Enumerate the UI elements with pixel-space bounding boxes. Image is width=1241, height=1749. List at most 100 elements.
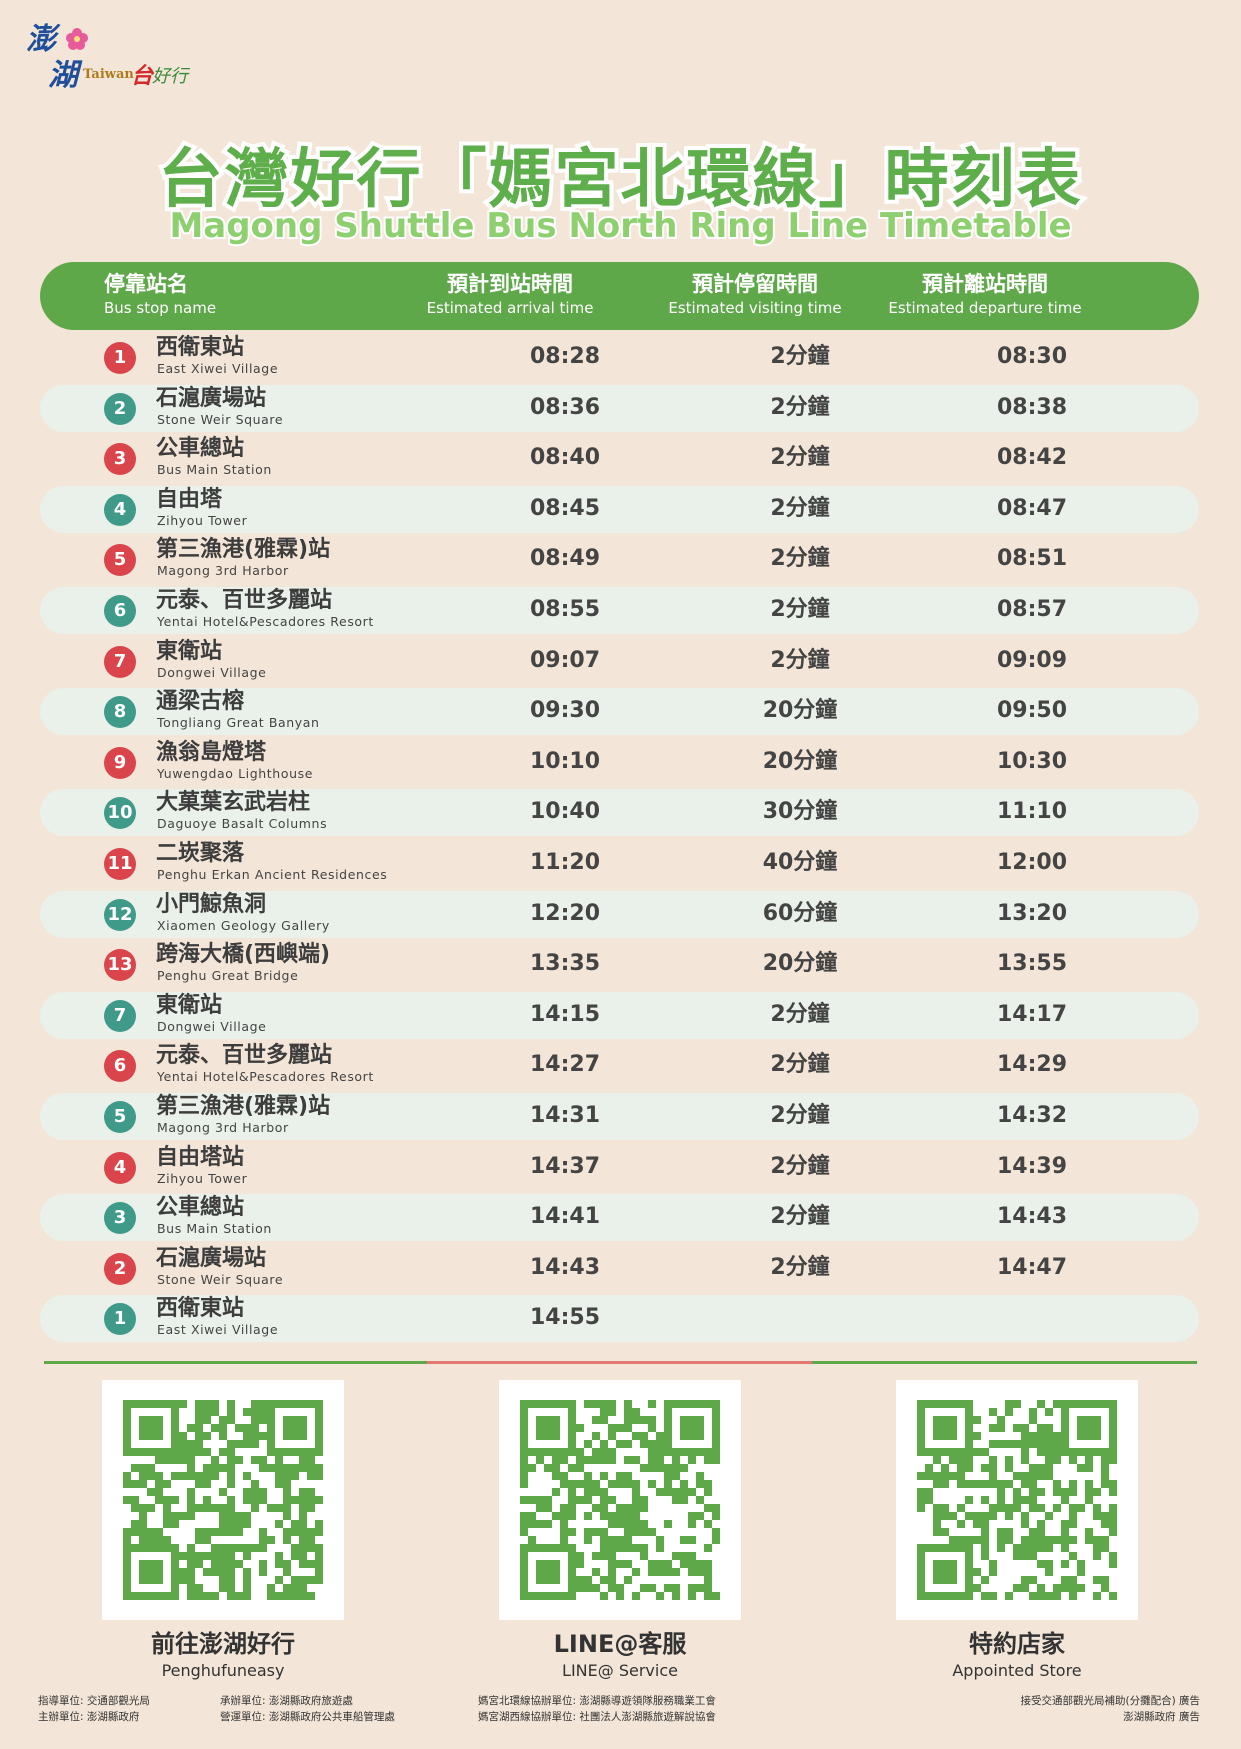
table-row: 5 第三漁港(雅霖)站 Magong 3rd Harbor 14:31 2分鐘 14:32 bbox=[40, 1091, 1199, 1142]
stop-name-zh: 東衛站 bbox=[156, 638, 223, 664]
stop-name-zh: 跨海大橋(西嶼端) bbox=[156, 942, 331, 968]
stop-name-zh: 自由塔 bbox=[156, 486, 223, 512]
visiting-time: 2分鐘 bbox=[770, 344, 830, 369]
stop-name-zh: 大菓葉玄武岩柱 bbox=[156, 790, 311, 816]
departure-time: 14:47 bbox=[996, 1254, 1068, 1280]
stop-number-badge: 2 bbox=[104, 392, 136, 425]
departure-time: 09:09 bbox=[996, 647, 1068, 673]
footer-line: 指導單位: 交通部觀光局 bbox=[38, 1695, 150, 1707]
visiting-time: 20分鐘 bbox=[762, 698, 838, 724]
visiting-time: 20分鐘 bbox=[762, 951, 838, 977]
stop-name-en: Dongwei Village bbox=[157, 1018, 267, 1034]
footer-line: 營運單位: 澎湖縣政府公共車船管理處 bbox=[220, 1711, 395, 1723]
visiting-time: 2分鐘 bbox=[770, 647, 830, 673]
visiting-time: 2分鐘 bbox=[770, 1153, 830, 1179]
departure-time: 14:39 bbox=[996, 1153, 1068, 1179]
departure-time: 13:20 bbox=[996, 900, 1068, 926]
arrival-time: 14:31 bbox=[529, 1102, 601, 1128]
stop-name-en: Yuwengdao Lighthouse bbox=[157, 765, 314, 781]
qr-label-zh: 前往澎湖好行 bbox=[151, 1630, 295, 1658]
table-row: 8 通梁古榕 Tongliang Great Banyan 09:30 20分鐘 09:5… bbox=[40, 686, 1199, 737]
penghu-taiwan-tourist-shuttle-logo: 澎 湖 Taiwan 台 好行 bbox=[26, 22, 201, 102]
stop-number-badge: 6 bbox=[104, 1050, 136, 1083]
logo-char-2: 湖 bbox=[48, 58, 78, 93]
departure-time: 10:30 bbox=[996, 748, 1068, 774]
stop-name-en: Zihyou Tower bbox=[157, 1170, 248, 1186]
stop-number-badge: 3 bbox=[104, 1202, 136, 1235]
visiting-time: 30分鐘 bbox=[762, 799, 838, 825]
visiting-time: 2分鐘 bbox=[770, 1001, 830, 1027]
departure-time: 08:47 bbox=[996, 495, 1068, 521]
visiting-time: 40分鐘 bbox=[762, 849, 838, 875]
visiting-time: 2分鐘 bbox=[770, 596, 830, 622]
arrival-time: 14:15 bbox=[529, 1001, 601, 1027]
stop-number-badge: 9 bbox=[104, 746, 136, 779]
qr-code-icon bbox=[917, 1400, 1117, 1600]
stop-name-en: Penghu Erkan Ancient Residences bbox=[157, 866, 388, 882]
footer-organizers: 指導單位: 交通部觀光局 主辦單位: 澎湖縣政府 bbox=[38, 1693, 150, 1725]
visiting-time: 2分鐘 bbox=[770, 1204, 830, 1230]
visiting-time: 2分鐘 bbox=[770, 1052, 830, 1078]
divider-green bbox=[44, 1361, 427, 1364]
qr-label-en: Appointed Store bbox=[952, 1661, 1082, 1680]
arrival-time: 13:35 bbox=[529, 951, 601, 977]
arrival-time: 14:43 bbox=[529, 1254, 601, 1280]
visiting-time: 2分鐘 bbox=[770, 546, 830, 572]
arrival-time: 14:55 bbox=[529, 1305, 601, 1331]
stop-name-en: Daguoye Basalt Columns bbox=[157, 816, 328, 832]
footer-advertisement: 接受交通部觀光局補助(分攤配合) 廣告 澎湖縣政府 廣告 bbox=[1020, 1693, 1200, 1725]
arrival-time: 08:36 bbox=[529, 394, 601, 420]
stop-name-en: Zihyou Tower bbox=[157, 512, 248, 528]
arrival-time: 08:55 bbox=[529, 596, 601, 622]
stop-name-en: East Xiwei Village bbox=[157, 1322, 279, 1338]
footer-operators: 承辦單位: 澎湖縣政府旅遊處 營運單位: 澎湖縣政府公共車船管理處 bbox=[220, 1693, 395, 1725]
table-row: 3 公車總站 Bus Main Station 08:40 2分鐘 08:42 bbox=[40, 433, 1199, 484]
divider-green-right bbox=[812, 1361, 1197, 1364]
table-row: 9 漁翁島燈塔 Yuwengdao Lighthouse 10:10 20分鐘 10:30 bbox=[40, 737, 1199, 788]
visiting-time: 60分鐘 bbox=[762, 900, 838, 926]
qr-label-line-service: LINE@客服 LINE@ Service bbox=[470, 1628, 770, 1682]
qr-code-icon bbox=[520, 1400, 720, 1600]
table-row: 7 東衛站 Dongwei Village 09:07 2分鐘 09:09 bbox=[40, 636, 1199, 687]
stop-name-zh: 西衛東站 bbox=[156, 1296, 245, 1322]
departure-time: 14:43 bbox=[996, 1204, 1068, 1230]
stop-number-badge: 1 bbox=[104, 342, 136, 374]
arrival-time: 14:27 bbox=[529, 1052, 601, 1078]
divider-red bbox=[427, 1361, 812, 1364]
arrival-time: 10:40 bbox=[529, 799, 601, 825]
departure-time: 08:30 bbox=[996, 344, 1068, 369]
qr-code-penghufuneasy[interactable] bbox=[102, 1380, 344, 1620]
stop-name-zh: 石滬廣場站 bbox=[156, 385, 267, 411]
departure-time: 09:50 bbox=[996, 698, 1068, 724]
departure-time: 13:55 bbox=[996, 951, 1068, 977]
footer-co-organizers: 媽宮北環線協辦單位: 澎湖縣導遊領隊服務職業工會 媽宮湖西線協辦單位: 社團法人… bbox=[478, 1693, 716, 1725]
table-row: 6 元泰、百世多麗站 Yentai Hotel&Pescadores Resort 0… bbox=[40, 585, 1199, 636]
stop-name-zh: 小門鯨魚洞 bbox=[156, 891, 267, 917]
header-depart: 預計離站時間 Estimated departure time bbox=[835, 270, 1135, 318]
stop-name-en: Stone Weir Square bbox=[157, 411, 284, 427]
page-subtitle: Magong Shuttle Bus North Ring Line Timet… bbox=[167, 204, 1073, 248]
stop-name-zh: 第三漁港(雅霖)站 bbox=[156, 537, 331, 563]
stop-number-badge: 6 bbox=[104, 594, 136, 627]
departure-time: 08:51 bbox=[996, 546, 1068, 572]
table-row: 2 石滬廣場站 Stone Weir Square 14:43 2分鐘 14:47 bbox=[40, 1243, 1199, 1294]
qr-label-penghufuneasy: 前往澎湖好行 Penghufuneasy bbox=[73, 1628, 373, 1682]
arrival-time: 10:10 bbox=[529, 748, 601, 774]
arrival-time: 12:20 bbox=[529, 900, 601, 926]
departure-time: 12:00 bbox=[996, 849, 1068, 875]
logo-char-1: 澎 bbox=[26, 22, 56, 57]
departure-time: 08:42 bbox=[996, 445, 1068, 471]
logo-brand-text: 好行 bbox=[152, 66, 188, 87]
stop-name-zh: 石滬廣場站 bbox=[156, 1245, 267, 1271]
stop-name-en: Magong 3rd Harbor bbox=[157, 1119, 289, 1135]
qr-code-icon bbox=[123, 1400, 323, 1600]
stop-number-badge: 2 bbox=[104, 1252, 136, 1285]
stop-name-zh: 漁翁島燈塔 bbox=[156, 739, 267, 765]
footer-line: 接受交通部觀光局補助(分攤配合) 廣告 bbox=[1020, 1695, 1200, 1707]
stop-name-en: Bus Main Station bbox=[157, 462, 272, 478]
qr-code-line-service[interactable] bbox=[499, 1380, 741, 1620]
header-stop-en: Bus stop name bbox=[104, 299, 217, 317]
footer-line: 主辦單位: 澎湖縣政府 bbox=[38, 1711, 140, 1723]
qr-code-appointed-store[interactable] bbox=[896, 1380, 1138, 1620]
departure-time: 08:38 bbox=[996, 394, 1068, 420]
